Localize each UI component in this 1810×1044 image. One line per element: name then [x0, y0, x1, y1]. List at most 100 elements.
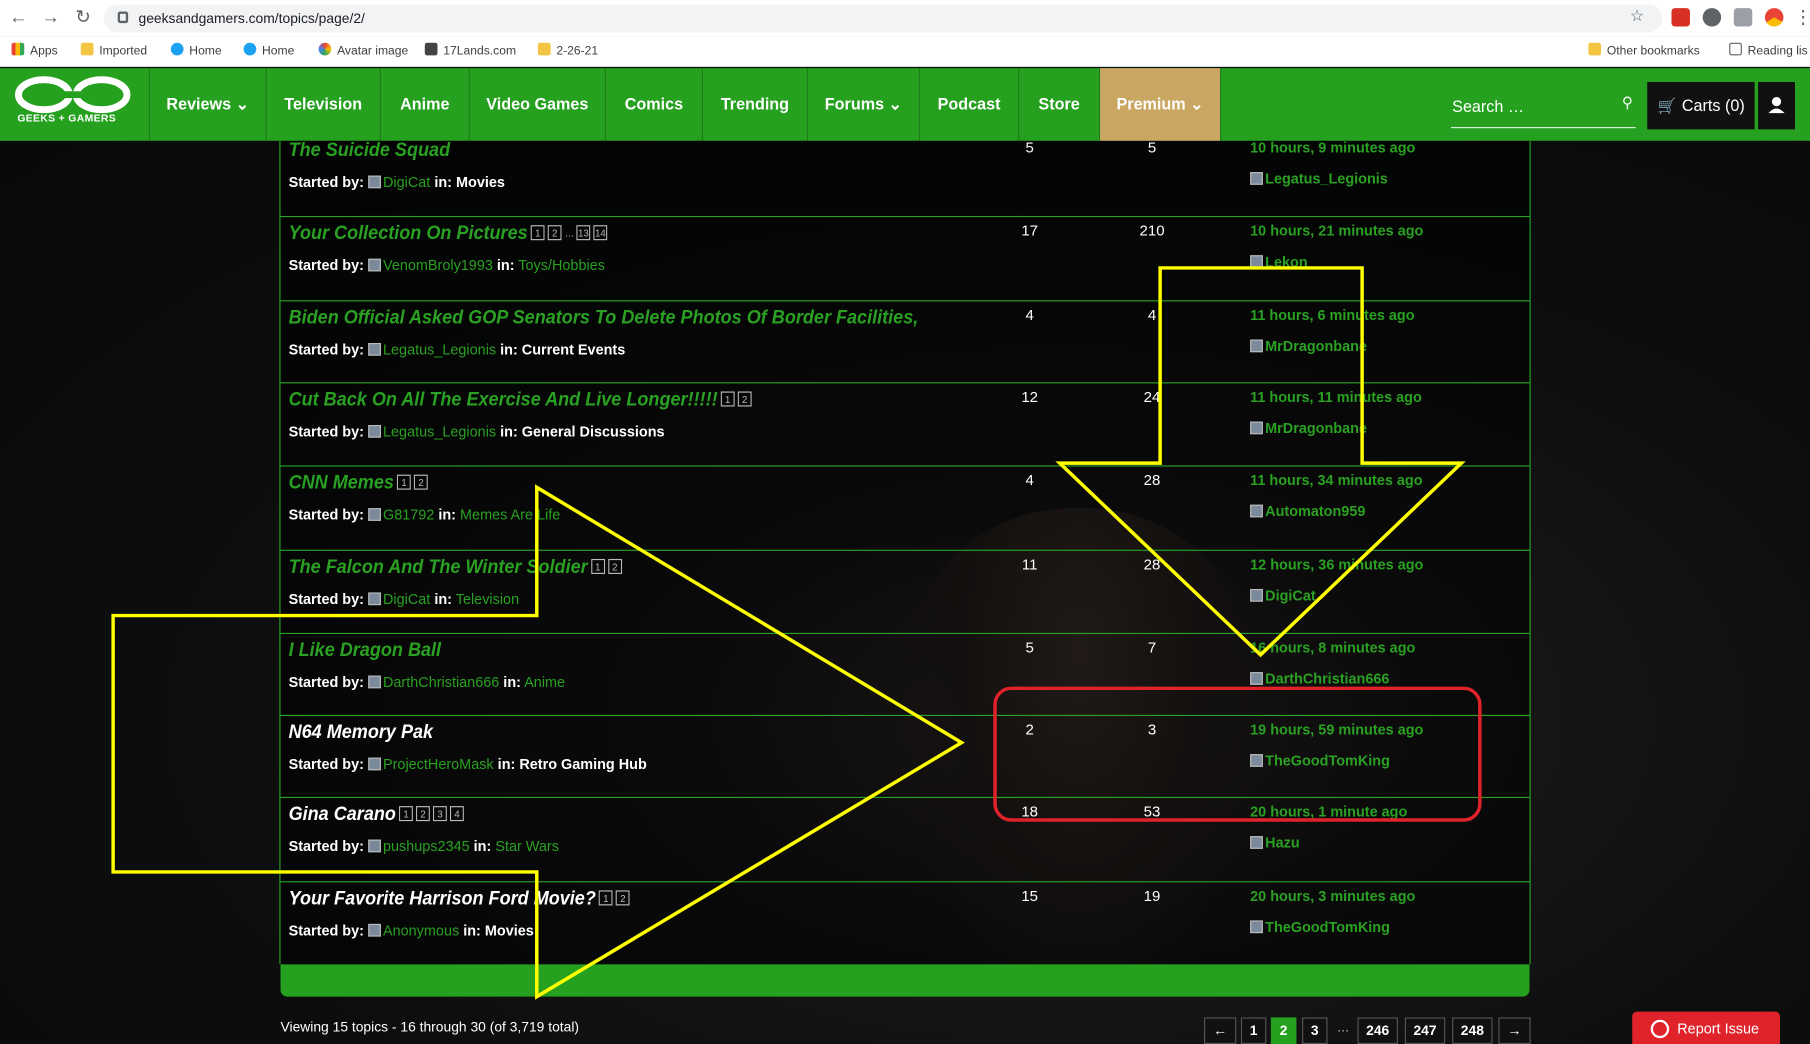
- last-poster-link[interactable]: MrDragonbane: [1265, 420, 1367, 436]
- topic-page-link[interactable]: 2: [737, 391, 752, 407]
- author-link[interactable]: ProjectHeroMask: [383, 756, 494, 772]
- author-link[interactable]: DigiCat: [383, 174, 430, 190]
- bookmark-home-2[interactable]: Home: [243, 42, 294, 58]
- bookmark-2-26-21[interactable]: 2-26-21: [537, 42, 598, 58]
- last-poster-link[interactable]: TheGoodTomKing: [1265, 753, 1390, 769]
- last-poster-link[interactable]: MrDragonbane: [1265, 338, 1367, 354]
- forum-link[interactable]: Memes Are Life: [460, 507, 560, 523]
- address-bar[interactable]: geeksandgamers.com/topics/page/2/: [103, 4, 1663, 33]
- forum-link[interactable]: General Discussions: [522, 424, 665, 440]
- freshness-link[interactable]: 10 hours, 21 minutes ago: [1250, 223, 1423, 239]
- topic-title-link[interactable]: Gina Carano 1 2 3 4: [289, 803, 464, 826]
- topic-page-link[interactable]: 2: [416, 806, 430, 822]
- topic-title-link[interactable]: The Suicide Squad: [289, 139, 451, 162]
- last-poster-link[interactable]: Automaton959: [1265, 504, 1365, 520]
- freshness-link[interactable]: 20 hours, 3 minutes ago: [1250, 888, 1415, 904]
- topic-page-link[interactable]: 1: [590, 558, 605, 574]
- report-issue-button[interactable]: Report Issue: [1632, 1011, 1780, 1044]
- other-bookmarks[interactable]: Other bookmarks: [1588, 42, 1700, 58]
- last-poster-link[interactable]: Lekon: [1265, 254, 1307, 270]
- nav-premium[interactable]: Premium ⌄: [1098, 68, 1221, 141]
- nav-trending[interactable]: Trending: [701, 68, 807, 141]
- reading-list[interactable]: Reading lis: [1729, 42, 1808, 58]
- nav-forums[interactable]: Forums ⌄: [806, 68, 919, 141]
- bookmark-apps[interactable]: Apps: [11, 42, 58, 58]
- reading-mode-icon[interactable]: [1733, 8, 1753, 27]
- topic-page-link[interactable]: 1: [399, 806, 413, 822]
- bookmark-home-1[interactable]: Home: [170, 42, 222, 58]
- puzzle-icon[interactable]: [1702, 8, 1722, 27]
- topic-page-link[interactable]: 1: [599, 890, 613, 906]
- forum-link[interactable]: Television: [456, 591, 519, 607]
- freshness-link[interactable]: 19 hours, 59 minutes ago: [1250, 722, 1423, 738]
- forward-icon[interactable]: →: [39, 7, 62, 30]
- forum-link[interactable]: Star Wars: [495, 838, 559, 854]
- freshness-link[interactable]: 11 hours, 11 minutes ago: [1250, 389, 1422, 405]
- topic-page-link[interactable]: 2: [616, 890, 630, 906]
- logo-icon[interactable]: [12, 74, 139, 136]
- page-link[interactable]: 3: [1302, 1017, 1328, 1044]
- author-link[interactable]: DarthChristian666: [383, 674, 499, 690]
- author-link[interactable]: DigiCat: [383, 591, 430, 607]
- account-button[interactable]: [1758, 81, 1795, 130]
- topic-page-link[interactable]: 1: [720, 391, 735, 407]
- topic-title-link[interactable]: N64 Memory Pak: [289, 721, 434, 744]
- topic-page-link[interactable]: 2: [607, 558, 622, 574]
- forum-link[interactable]: Current Events: [522, 342, 625, 358]
- freshness-link[interactable]: 11 hours, 34 minutes ago: [1250, 472, 1422, 488]
- nav-anime[interactable]: Anime: [379, 68, 469, 141]
- forum-link[interactable]: Retro Gaming Hub: [519, 756, 646, 772]
- page-link[interactable]: 247: [1404, 1017, 1446, 1044]
- topic-page-link[interactable]: 14: [593, 225, 608, 241]
- topic-title-link[interactable]: CNN Memes 1 2: [289, 471, 428, 494]
- freshness-link[interactable]: 11 hours, 6 minutes ago: [1250, 307, 1414, 323]
- bookmark-star-icon[interactable]: ☆: [1630, 6, 1645, 26]
- topic-title-link[interactable]: Your Favorite Harrison Ford Movie? 1 2: [289, 887, 630, 910]
- author-link[interactable]: Legatus_Legionis: [383, 342, 496, 358]
- topic-title-link[interactable]: I Like Dragon Ball: [289, 639, 441, 662]
- author-link[interactable]: pushups2345: [383, 838, 470, 854]
- last-poster-link[interactable]: DigiCat: [1265, 588, 1316, 604]
- page-link[interactable]: 1: [1240, 1017, 1267, 1044]
- url-text[interactable]: geeksandgamers.com/topics/page/2/: [139, 10, 365, 26]
- author-link[interactable]: G81792: [383, 507, 434, 523]
- last-poster-link[interactable]: Legatus_Legionis: [1265, 171, 1388, 187]
- author-link[interactable]: VenomBroly1993: [383, 258, 493, 274]
- extension-icon[interactable]: [1671, 8, 1690, 27]
- bookmark-avatar-image[interactable]: Avatar image: [318, 42, 408, 58]
- nav-podcast[interactable]: Podcast: [918, 68, 1018, 141]
- bookmark-17lands[interactable]: 17Lands.com: [424, 42, 516, 58]
- nav-video-games[interactable]: Video Games: [468, 68, 605, 141]
- search-icon[interactable]: ⚲: [1622, 94, 1633, 112]
- topic-page-link[interactable]: 2: [547, 225, 562, 241]
- topic-title-link[interactable]: Your Collection On Pictures 1 2… 13 14: [289, 222, 608, 245]
- freshness-link[interactable]: 20 hours, 1 minute ago: [1250, 804, 1407, 820]
- topic-title-link[interactable]: The Falcon And The Winter Soldier 1 2: [289, 555, 622, 578]
- freshness-link[interactable]: 10 hours, 9 minutes ago: [1250, 140, 1415, 156]
- page-next-button[interactable]: →: [1498, 1017, 1531, 1044]
- freshness-link[interactable]: 16 hours, 8 minutes ago: [1250, 640, 1415, 656]
- last-poster-link[interactable]: TheGoodTomKing: [1265, 919, 1390, 935]
- topic-page-link[interactable]: 2: [414, 474, 428, 490]
- forum-link[interactable]: Movies: [485, 923, 534, 939]
- bookmark-imported[interactable]: Imported: [80, 42, 147, 58]
- author-link[interactable]: Legatus_Legionis: [383, 424, 496, 440]
- topic-page-link[interactable]: 1: [530, 225, 545, 241]
- last-poster-link[interactable]: DarthChristian666: [1265, 671, 1389, 687]
- topic-title-link[interactable]: Cut Back On All The Exercise And Live Lo…: [289, 388, 752, 411]
- search-input[interactable]: Search …: [1452, 97, 1524, 115]
- profile-icon[interactable]: [1764, 8, 1784, 27]
- nav-comics[interactable]: Comics: [604, 68, 702, 141]
- forum-link[interactable]: Anime: [524, 674, 565, 690]
- topic-page-link[interactable]: 1: [397, 474, 411, 490]
- page-prev-button[interactable]: ←: [1203, 1017, 1237, 1044]
- nav-store[interactable]: Store: [1018, 68, 1099, 141]
- page-link[interactable]: 248: [1452, 1017, 1493, 1044]
- cart-button[interactable]: 🛒 Carts (0): [1647, 81, 1755, 130]
- freshness-link[interactable]: 12 hours, 36 minutes ago: [1250, 557, 1423, 573]
- back-icon[interactable]: ←: [7, 7, 30, 30]
- forum-link[interactable]: Toys/Hobbies: [518, 258, 605, 274]
- nav-reviews[interactable]: Reviews ⌄: [148, 68, 266, 141]
- menu-icon[interactable]: ⋮: [1792, 7, 1810, 30]
- page-link[interactable]: 246: [1357, 1017, 1398, 1044]
